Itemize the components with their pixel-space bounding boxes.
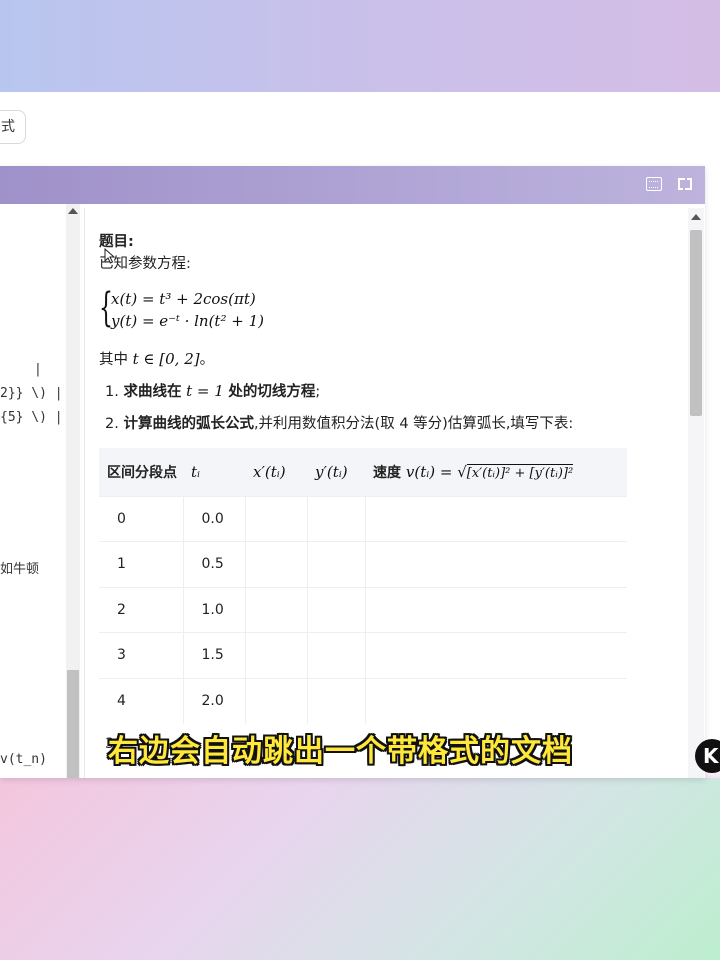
- cell-segment: 0: [99, 495, 184, 542]
- cell-segment: 1: [99, 541, 184, 587]
- source-scroll-thumb[interactable]: [67, 670, 79, 778]
- table-row: 3 1.5: [99, 632, 627, 678]
- question-1: 1. 求曲线在 t = 1 处的切线方程;: [105, 382, 321, 400]
- scroll-up-arrow-icon[interactable]: [68, 208, 78, 214]
- source-line: 2}} \) |: [0, 386, 63, 401]
- cell-t: 1.5: [183, 632, 246, 678]
- cell-segment: 3: [99, 632, 184, 678]
- cell-yprime[interactable]: [307, 541, 366, 587]
- cell-yprime[interactable]: [307, 632, 366, 678]
- background-top: [0, 0, 720, 92]
- cell-t: 1.0: [183, 586, 246, 633]
- cell-xprime[interactable]: [245, 541, 308, 587]
- table-header-row: 区间分段点 tᵢ x′(tᵢ) y′(tᵢ) 速度 v(tᵢ) = √[x′(t…: [99, 448, 627, 496]
- source-line: 如牛顿: [0, 562, 40, 577]
- domain-statement: 其中 t ∈ [0, 2]。: [99, 350, 215, 368]
- cell-yprime[interactable]: [307, 586, 366, 633]
- window-header: [0, 166, 705, 204]
- background-bottom: [0, 778, 720, 960]
- question-2: 2. 计算曲线的弧长公式,并利用数值积分法(取 4 等分)估算弧长,填写下表:: [105, 416, 574, 432]
- cell-yprime[interactable]: [307, 495, 366, 542]
- cell-speed[interactable]: [365, 677, 627, 724]
- cell-xprime[interactable]: [245, 586, 308, 633]
- cell-speed[interactable]: [365, 541, 627, 587]
- cell-xprime[interactable]: [245, 677, 308, 724]
- formatted-document-panel: 题目: 已知参数方程: { x(t) = t³ + 2cos(πt) y(t) …: [84, 208, 704, 778]
- mouse-cursor-icon: [104, 248, 116, 264]
- cell-segment: 4: [99, 677, 184, 724]
- cell-speed[interactable]: [365, 495, 627, 542]
- table-row: 1 0.5: [99, 541, 627, 587]
- equation-y: y(t) = e⁻ᵗ · ln(t² + 1): [111, 312, 264, 330]
- video-caption: 右边会自动跳出一个带格式的文档: [108, 734, 573, 769]
- cell-xprime[interactable]: [245, 495, 308, 542]
- header-segment: 区间分段点: [99, 448, 183, 496]
- header-ti: tᵢ: [183, 448, 245, 496]
- document-scroll-thumb[interactable]: [690, 230, 702, 416]
- cell-speed[interactable]: [365, 632, 627, 678]
- cell-t: 0.0: [183, 495, 246, 542]
- keyboard-icon[interactable]: [646, 177, 662, 191]
- table-row: 2 1.0: [99, 586, 627, 633]
- header-speed: 速度 v(tᵢ) = √[x′(tᵢ)]² + [y′(tᵢ)]²: [365, 448, 627, 496]
- app-toolbar: 式: [0, 92, 720, 166]
- cell-t: 2.0: [183, 677, 246, 724]
- arc-length-table: 区间分段点 tᵢ x′(tᵢ) y′(tᵢ) 速度 v(tᵢ) = √[x′(t…: [99, 448, 627, 724]
- source-line: v(t_n): [0, 752, 47, 767]
- source-editor-panel[interactable]: | 2}} \) | {5} \) | 如牛顿 v(t_n): [0, 204, 80, 778]
- scroll-up-arrow-icon[interactable]: [691, 214, 701, 220]
- table-row: 4 2.0: [99, 677, 627, 724]
- header-yprime: y′(tᵢ): [307, 448, 365, 496]
- cell-xprime[interactable]: [245, 632, 308, 678]
- cell-segment: 2: [99, 586, 184, 633]
- cell-speed[interactable]: [365, 586, 627, 633]
- source-line: {5} \) |: [0, 410, 63, 425]
- equation-x: x(t) = t³ + 2cos(πt): [111, 290, 256, 308]
- source-line: |: [34, 362, 42, 377]
- fullscreen-icon[interactable]: [677, 177, 693, 191]
- table-row: 0 0.0: [99, 495, 627, 542]
- cell-t: 0.5: [183, 541, 246, 587]
- cell-yprime[interactable]: [307, 677, 366, 724]
- header-xprime: x′(tᵢ): [245, 448, 307, 496]
- format-button[interactable]: 式: [0, 110, 26, 144]
